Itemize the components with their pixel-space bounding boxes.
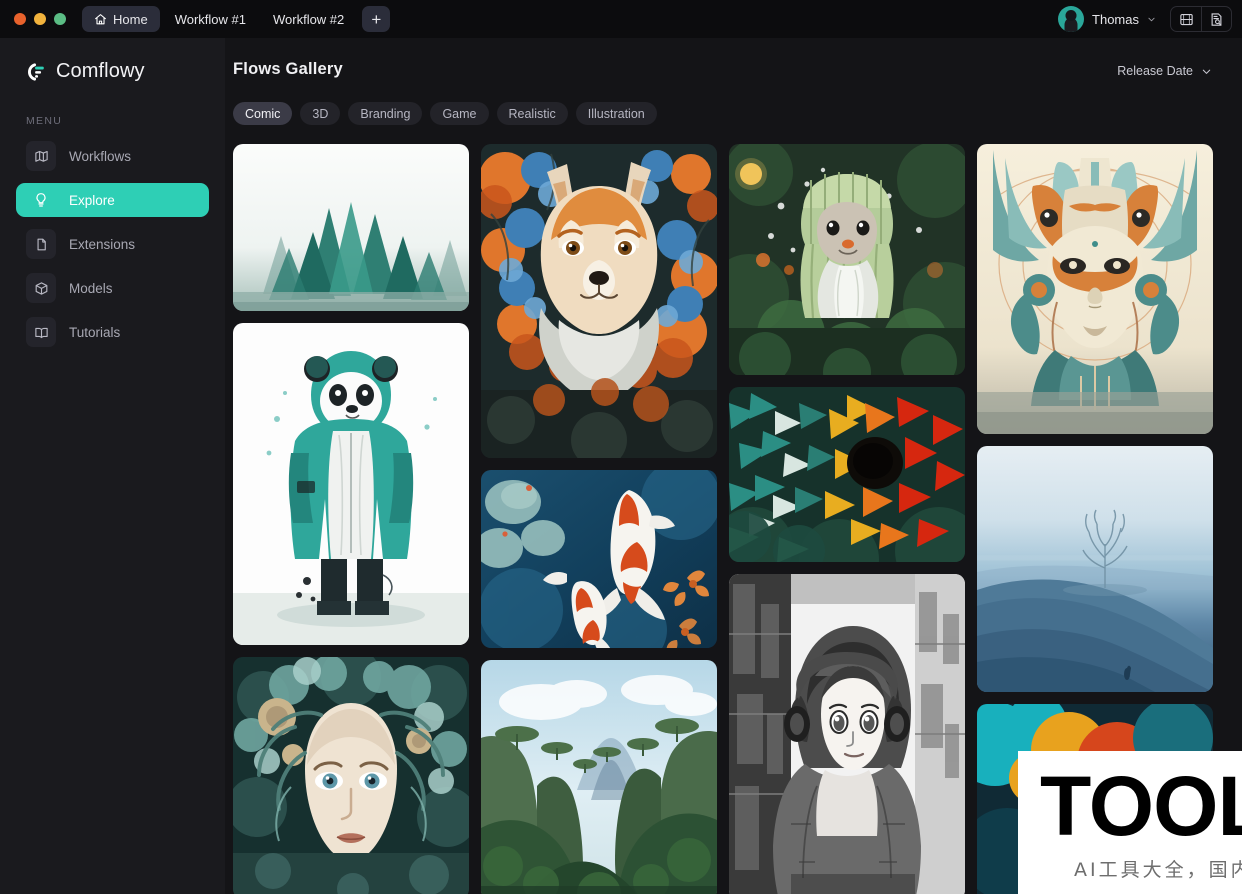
chip-branding-label: Branding (360, 107, 410, 121)
manga-girl-headphones-thumb (729, 574, 965, 894)
split-panel-button[interactable] (1171, 7, 1201, 31)
window-controls (14, 13, 66, 25)
gallery-column-2 (481, 144, 717, 894)
user-name: Thomas (1092, 12, 1139, 27)
panda-in-teal-hoodie-thumb (233, 323, 469, 645)
lone-tree-blue-mist-thumb (977, 446, 1213, 692)
brand-label: Comflowy (56, 60, 145, 83)
gallery-card[interactable] (729, 387, 965, 562)
chip-3d-label: 3D (312, 107, 328, 121)
book-open-icon (26, 317, 56, 347)
sidebar-item-tutorials[interactable]: Tutorials (16, 315, 209, 349)
bulb-icon (26, 185, 56, 215)
sidebar-item-explore-label: Explore (69, 193, 115, 208)
category-filter-chips: Comic 3D Branding Game Realistic Illustr… (233, 102, 1220, 125)
gallery-card[interactable] (729, 144, 965, 375)
page-title: Flows Gallery (233, 60, 343, 79)
title-bar: Home Workflow #1 Workflow #2 + Thomas (0, 0, 1242, 38)
chip-realistic[interactable]: Realistic (497, 102, 568, 125)
minimize-button[interactable] (34, 13, 46, 25)
flower-crowned-woman-thumb (233, 657, 469, 894)
layered-paper-flower-thumb (729, 387, 965, 562)
gallery-column-3 (729, 144, 965, 894)
sidebar-item-tutorials-label: Tutorials (69, 325, 120, 340)
sidebar-item-extensions-label: Extensions (69, 237, 135, 252)
chip-illustration-label: Illustration (588, 107, 645, 121)
gallery-card[interactable] (481, 660, 717, 894)
tab-home[interactable]: Home (82, 6, 160, 32)
gallery-card[interactable] (233, 657, 469, 894)
chevron-down-icon (1147, 15, 1156, 24)
low-poly-pine-forest-thumb (233, 144, 469, 311)
split-panel-icon (1179, 12, 1194, 27)
sidebar-item-models[interactable]: Models (16, 271, 209, 305)
gallery-card[interactable] (481, 470, 717, 648)
jungle-cliff-valley-thumb (481, 660, 717, 894)
document-search-icon (1209, 12, 1224, 27)
gallery-card[interactable] (729, 574, 965, 894)
user-menu[interactable]: Thomas (1056, 4, 1160, 34)
koi-fish-pond-thumb (481, 470, 717, 648)
main-header: Flows Gallery Release Date (233, 60, 1220, 82)
gallery-card[interactable] (233, 323, 469, 645)
gallery-card[interactable] (977, 446, 1213, 692)
sidebar-item-workflows[interactable]: Workflows (16, 139, 209, 173)
watermark-word: TOOLS (1040, 767, 1242, 845)
sidebar: Comflowy MENU Workflows Explore (0, 38, 225, 894)
maximize-button[interactable] (54, 13, 66, 25)
app-body: Comflowy MENU Workflows Explore (0, 38, 1242, 894)
gallery-card[interactable] (977, 144, 1213, 434)
snow-otter-in-beanie-thumb (729, 144, 965, 375)
tab-workflow-1-label: Workflow #1 (175, 12, 246, 27)
close-button[interactable] (14, 13, 26, 25)
home-icon (94, 13, 107, 26)
tab-home-label: Home (113, 12, 148, 27)
brand: Comflowy (16, 60, 209, 83)
gallery-card[interactable] (233, 144, 469, 311)
chevron-down-icon (1201, 66, 1212, 77)
gallery-column-1 (233, 144, 469, 894)
puzzle-icon (26, 229, 56, 259)
fox-among-blue-flowers-thumb (481, 144, 717, 458)
tab-workflow-1[interactable]: Workflow #1 (163, 6, 258, 32)
panel-toggle-group (1170, 6, 1232, 32)
title-bar-right: Thomas (1056, 4, 1232, 34)
tab-workflow-2[interactable]: Workflow #2 (261, 6, 356, 32)
add-tab-button[interactable]: + (362, 6, 390, 32)
tools-watermark-overlay: TOOLS A AI工具大全，国内外AI工具一站式导 (1018, 751, 1242, 894)
tab-strip: Home Workflow #1 Workflow #2 + (82, 6, 390, 32)
sidebar-item-extensions[interactable]: Extensions (16, 227, 209, 261)
sidebar-nav: Workflows Explore Extensions (16, 139, 209, 349)
comflowy-logo-icon (25, 61, 47, 83)
sidebar-item-explore[interactable]: Explore (16, 183, 209, 217)
chip-comic[interactable]: Comic (233, 102, 292, 125)
box-icon (26, 273, 56, 303)
chip-illustration[interactable]: Illustration (576, 102, 657, 125)
plus-icon: + (371, 11, 381, 28)
main-content: Flows Gallery Release Date Comic 3D Bran… (225, 38, 1242, 894)
watermark-logo-row: TOOLS A (1040, 763, 1242, 849)
chip-3d[interactable]: 3D (300, 102, 340, 125)
sort-dropdown[interactable]: Release Date (1109, 60, 1220, 82)
document-search-button[interactable] (1201, 7, 1231, 31)
sidebar-item-workflows-label: Workflows (69, 149, 131, 164)
ornate-masked-deity-thumb (977, 144, 1213, 434)
sidebar-item-models-label: Models (69, 281, 113, 296)
gallery-card[interactable] (481, 144, 717, 458)
chip-realistic-label: Realistic (509, 107, 556, 121)
avatar (1058, 6, 1084, 32)
chip-game-label: Game (442, 107, 476, 121)
chip-comic-label: Comic (245, 107, 280, 121)
map-icon (26, 141, 56, 171)
chip-branding[interactable]: Branding (348, 102, 422, 125)
watermark-subtitle: AI工具大全，国内外AI工具一站式导 (1074, 855, 1242, 882)
tab-workflow-2-label: Workflow #2 (273, 12, 344, 27)
chip-game[interactable]: Game (430, 102, 488, 125)
menu-section-label: MENU (16, 115, 209, 127)
app-window: Home Workflow #1 Workflow #2 + Thomas (0, 0, 1242, 894)
sort-dropdown-label: Release Date (1117, 64, 1193, 78)
